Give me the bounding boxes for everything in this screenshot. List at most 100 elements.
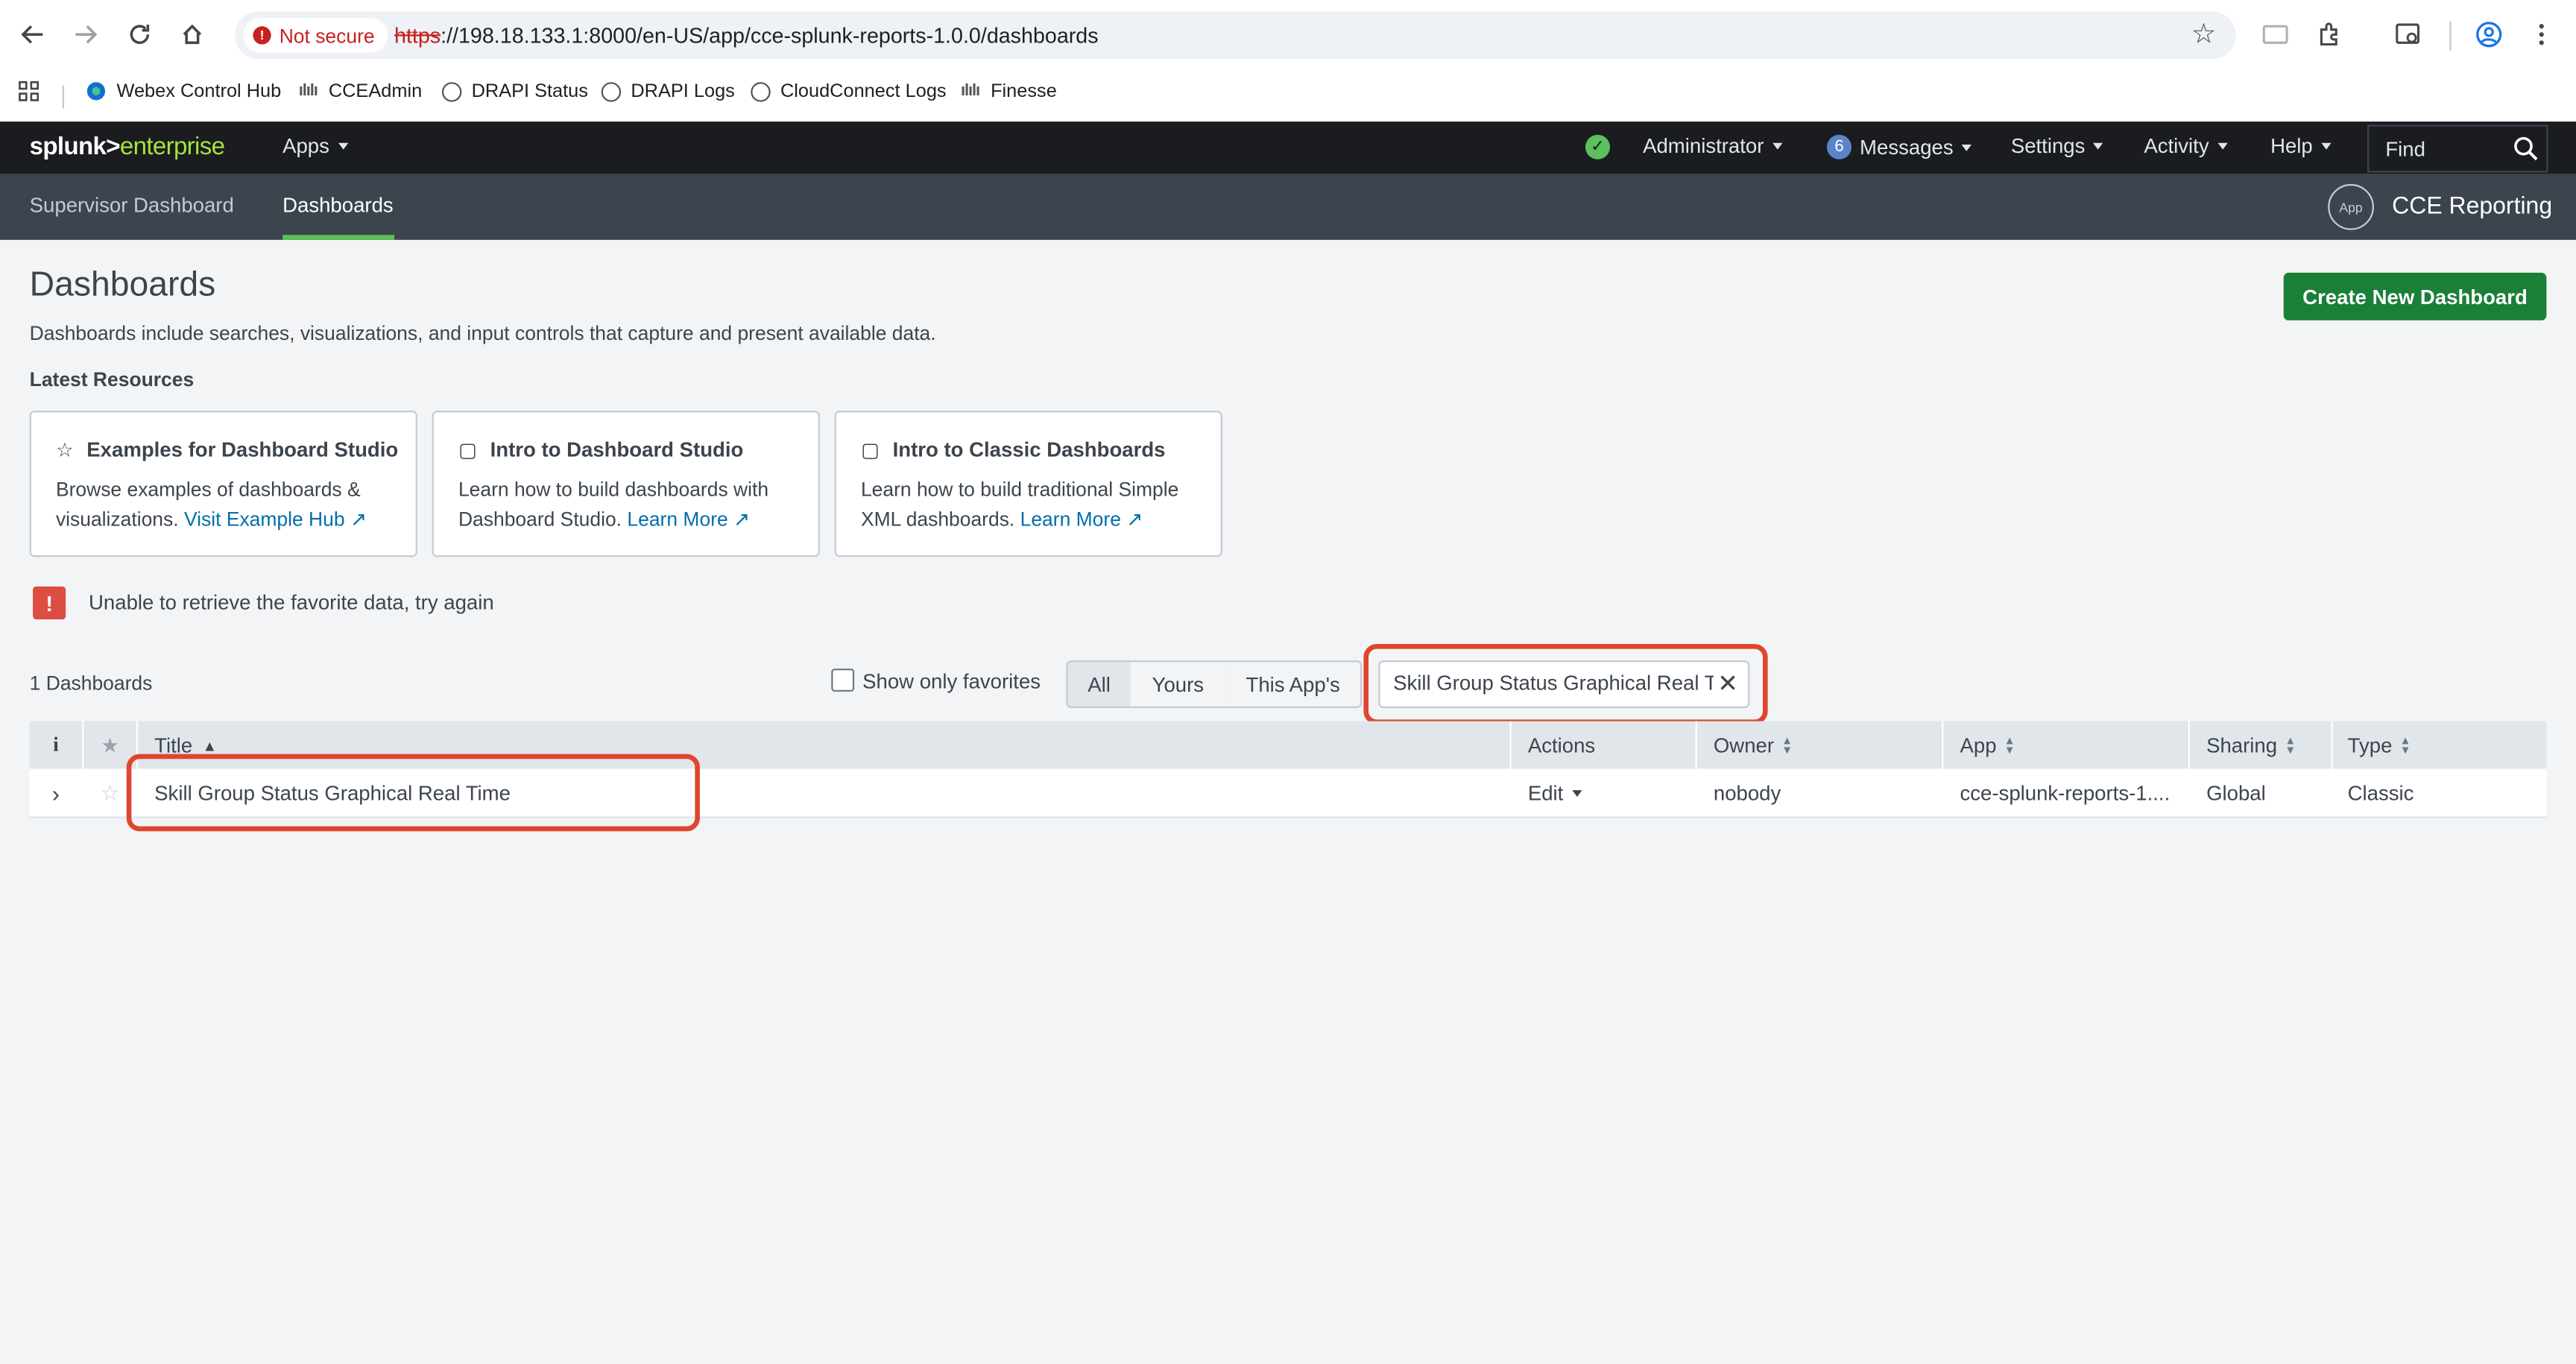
apps-grid-icon[interactable] <box>18 80 40 102</box>
caret-down-icon <box>1772 142 1782 150</box>
learn-more-link[interactable]: Learn More ↗ <box>627 508 750 531</box>
resource-card-examples: ☆ Examples for Dashboard Studio Browse ex… <box>29 411 417 558</box>
card-title: Intro to Dashboard Studio <box>490 438 744 462</box>
type-cell: Classic <box>2347 782 2414 806</box>
bookmark-drapi-status[interactable]: DRAPI Status <box>441 80 588 102</box>
globe-icon <box>749 80 771 102</box>
card-title: Intro to Classic Dashboards <box>892 438 1166 462</box>
caret-down-icon <box>2217 142 2227 150</box>
extensions-icon[interactable] <box>2315 19 2345 49</box>
sort-icon: ▴ ▾ <box>2402 731 2409 757</box>
page-title: Dashboards <box>29 266 216 304</box>
not-secure-label: Not secure <box>279 23 375 47</box>
sort-icon: ▴ ▾ <box>1784 731 1791 757</box>
card-title: Examples for Dashboard Studio <box>86 438 399 462</box>
highlight-annotation <box>1363 644 1768 725</box>
book-icon: ▢ <box>458 438 477 462</box>
latest-resources-heading: Latest Resources <box>29 367 195 391</box>
caret-down-icon <box>1961 143 1972 151</box>
error-message: Unable to retrieve the favorite data, tr… <box>89 591 494 615</box>
help-menu[interactable]: Help <box>2270 135 2331 158</box>
resource-card-classic: ▢ Intro to Classic Dashboards Learn how t… <box>834 411 1222 558</box>
reload-icon[interactable] <box>123 18 156 51</box>
search-icon[interactable] <box>2504 127 2546 170</box>
menu-dots-icon[interactable] <box>2527 19 2557 49</box>
create-new-dashboard-button[interactable]: Create New Dashboard <box>2283 272 2547 321</box>
visit-example-hub-link[interactable]: Visit Example Hub ↗ <box>184 508 367 531</box>
globe-icon <box>441 80 462 102</box>
address-bar[interactable]: ! Not secure https://198.18.133.1:8000/e… <box>235 11 2236 60</box>
resource-card-studio: ▢ Intro to Dashboard Studio Learn how to … <box>432 411 820 558</box>
type-column-header[interactable]: Type ▴ ▾ <box>2348 722 2409 769</box>
actions-column-header: Actions <box>1527 733 1596 757</box>
nav-dashboards[interactable]: Dashboards <box>282 194 394 217</box>
globe-icon <box>599 80 621 102</box>
bookmarks-bar: Webex Control Hub ılılı CCEAdmin DRAPI S… <box>0 70 2576 122</box>
bookmark-webex[interactable]: Webex Control Hub <box>86 80 282 102</box>
url-text[interactable]: https://198.18.133.1:8000/en-US/app/cce-… <box>394 23 1099 48</box>
splunk-header: splunk>enterprise Apps Administrator 6 Me… <box>0 121 2576 174</box>
browser-toolbar: ! Not secure https://198.18.133.1:8000/e… <box>0 0 2576 71</box>
settings-menu[interactable]: Settings <box>2011 135 2103 158</box>
sharing-cell: Global <box>2206 782 2266 806</box>
forward-icon[interactable] <box>69 18 102 51</box>
bookmarks-divider <box>62 85 64 109</box>
sharing-column-header[interactable]: Sharing ▴ ▾ <box>2206 722 2294 769</box>
back-icon[interactable] <box>16 18 49 51</box>
webex-icon <box>86 80 107 102</box>
app-bar: Supervisor Dashboard Dashboards <box>0 174 2576 240</box>
info-column-header: i <box>53 733 59 756</box>
messages-menu[interactable]: 6 Messages <box>1826 134 1972 160</box>
app-cell: cce-splunk-reports-1.... <box>1960 782 2171 806</box>
health-status-icon[interactable]: ✓ <box>1585 134 1611 160</box>
app-name[interactable]: CCE Reporting <box>2392 194 2552 220</box>
security-chip[interactable]: ! Not secure <box>243 18 388 53</box>
bookmark-cceadmin[interactable]: ılılı CCEAdmin <box>297 80 423 102</box>
expand-row-chevron-icon[interactable]: › <box>30 769 83 818</box>
star-icon: ☆ <box>55 438 74 462</box>
external-link-icon: ↗ <box>733 508 751 531</box>
sort-icon: ▴ ▾ <box>2287 731 2294 757</box>
filter-all-button[interactable]: All <box>1066 660 1132 708</box>
book-icon: ▢ <box>860 438 880 462</box>
external-link-icon: ↗ <box>350 508 367 531</box>
highlight-annotation <box>126 754 700 832</box>
activity-menu[interactable]: Activity <box>2144 135 2227 158</box>
edit-dropdown[interactable]: Edit <box>1528 769 1582 818</box>
warning-icon: ! <box>253 26 271 45</box>
page-description: Dashboards include searches, visualizati… <box>29 322 936 345</box>
splunk-logo[interactable]: splunk>enterprise <box>30 133 225 161</box>
cisco-icon: ılılı <box>298 82 318 101</box>
find-input[interactable] <box>2369 137 2504 160</box>
show-only-favorites-label[interactable]: Show only favorites <box>862 670 1041 693</box>
learn-more-link[interactable]: Learn More ↗ <box>1020 508 1143 531</box>
bookmark-drapi-logs[interactable]: DRAPI Logs <box>599 80 735 102</box>
app-column-header[interactable]: App ▴ ▾ <box>1960 722 2012 769</box>
cast-icon[interactable] <box>2261 19 2291 49</box>
external-link-icon: ↗ <box>1126 508 1143 531</box>
bookmark-finesse[interactable]: ılılı Finesse <box>959 80 1057 102</box>
owner-column-header[interactable]: Owner ▴ ▾ <box>1714 722 1790 769</box>
error-icon: ! <box>33 586 66 619</box>
find-box[interactable] <box>2367 124 2548 173</box>
show-only-favorites-checkbox[interactable] <box>831 669 855 692</box>
owner-cell: nobody <box>1713 782 1781 806</box>
screen: ! Not secure https://198.18.133.1:8000/e… <box>0 0 2576 1364</box>
sort-icon: ▴ ▾ <box>2006 731 2013 757</box>
caret-down-icon <box>1571 790 1582 797</box>
caret-down-icon <box>337 142 348 150</box>
apps-menu[interactable]: Apps <box>282 135 348 158</box>
app-icon: App <box>2328 183 2374 230</box>
messages-count-badge: 6 <box>1826 134 1852 160</box>
nav-supervisor-dashboard[interactable]: Supervisor Dashboard <box>30 194 234 217</box>
administrator-menu[interactable]: Administrator <box>1643 135 1782 158</box>
filter-yours-button[interactable]: Yours <box>1130 660 1228 708</box>
filter-this-apps-button[interactable]: This App's <box>1225 660 1363 708</box>
home-icon[interactable] <box>176 18 209 51</box>
bookmark-star-icon[interactable]: ☆ <box>2191 18 2217 51</box>
caret-down-icon <box>2093 142 2103 150</box>
tab-search-icon[interactable] <box>2393 19 2423 49</box>
bookmark-cloudconnect-logs[interactable]: CloudConnect Logs <box>749 80 947 102</box>
profile-icon[interactable] <box>2474 19 2504 49</box>
caret-down-icon <box>2320 142 2331 150</box>
